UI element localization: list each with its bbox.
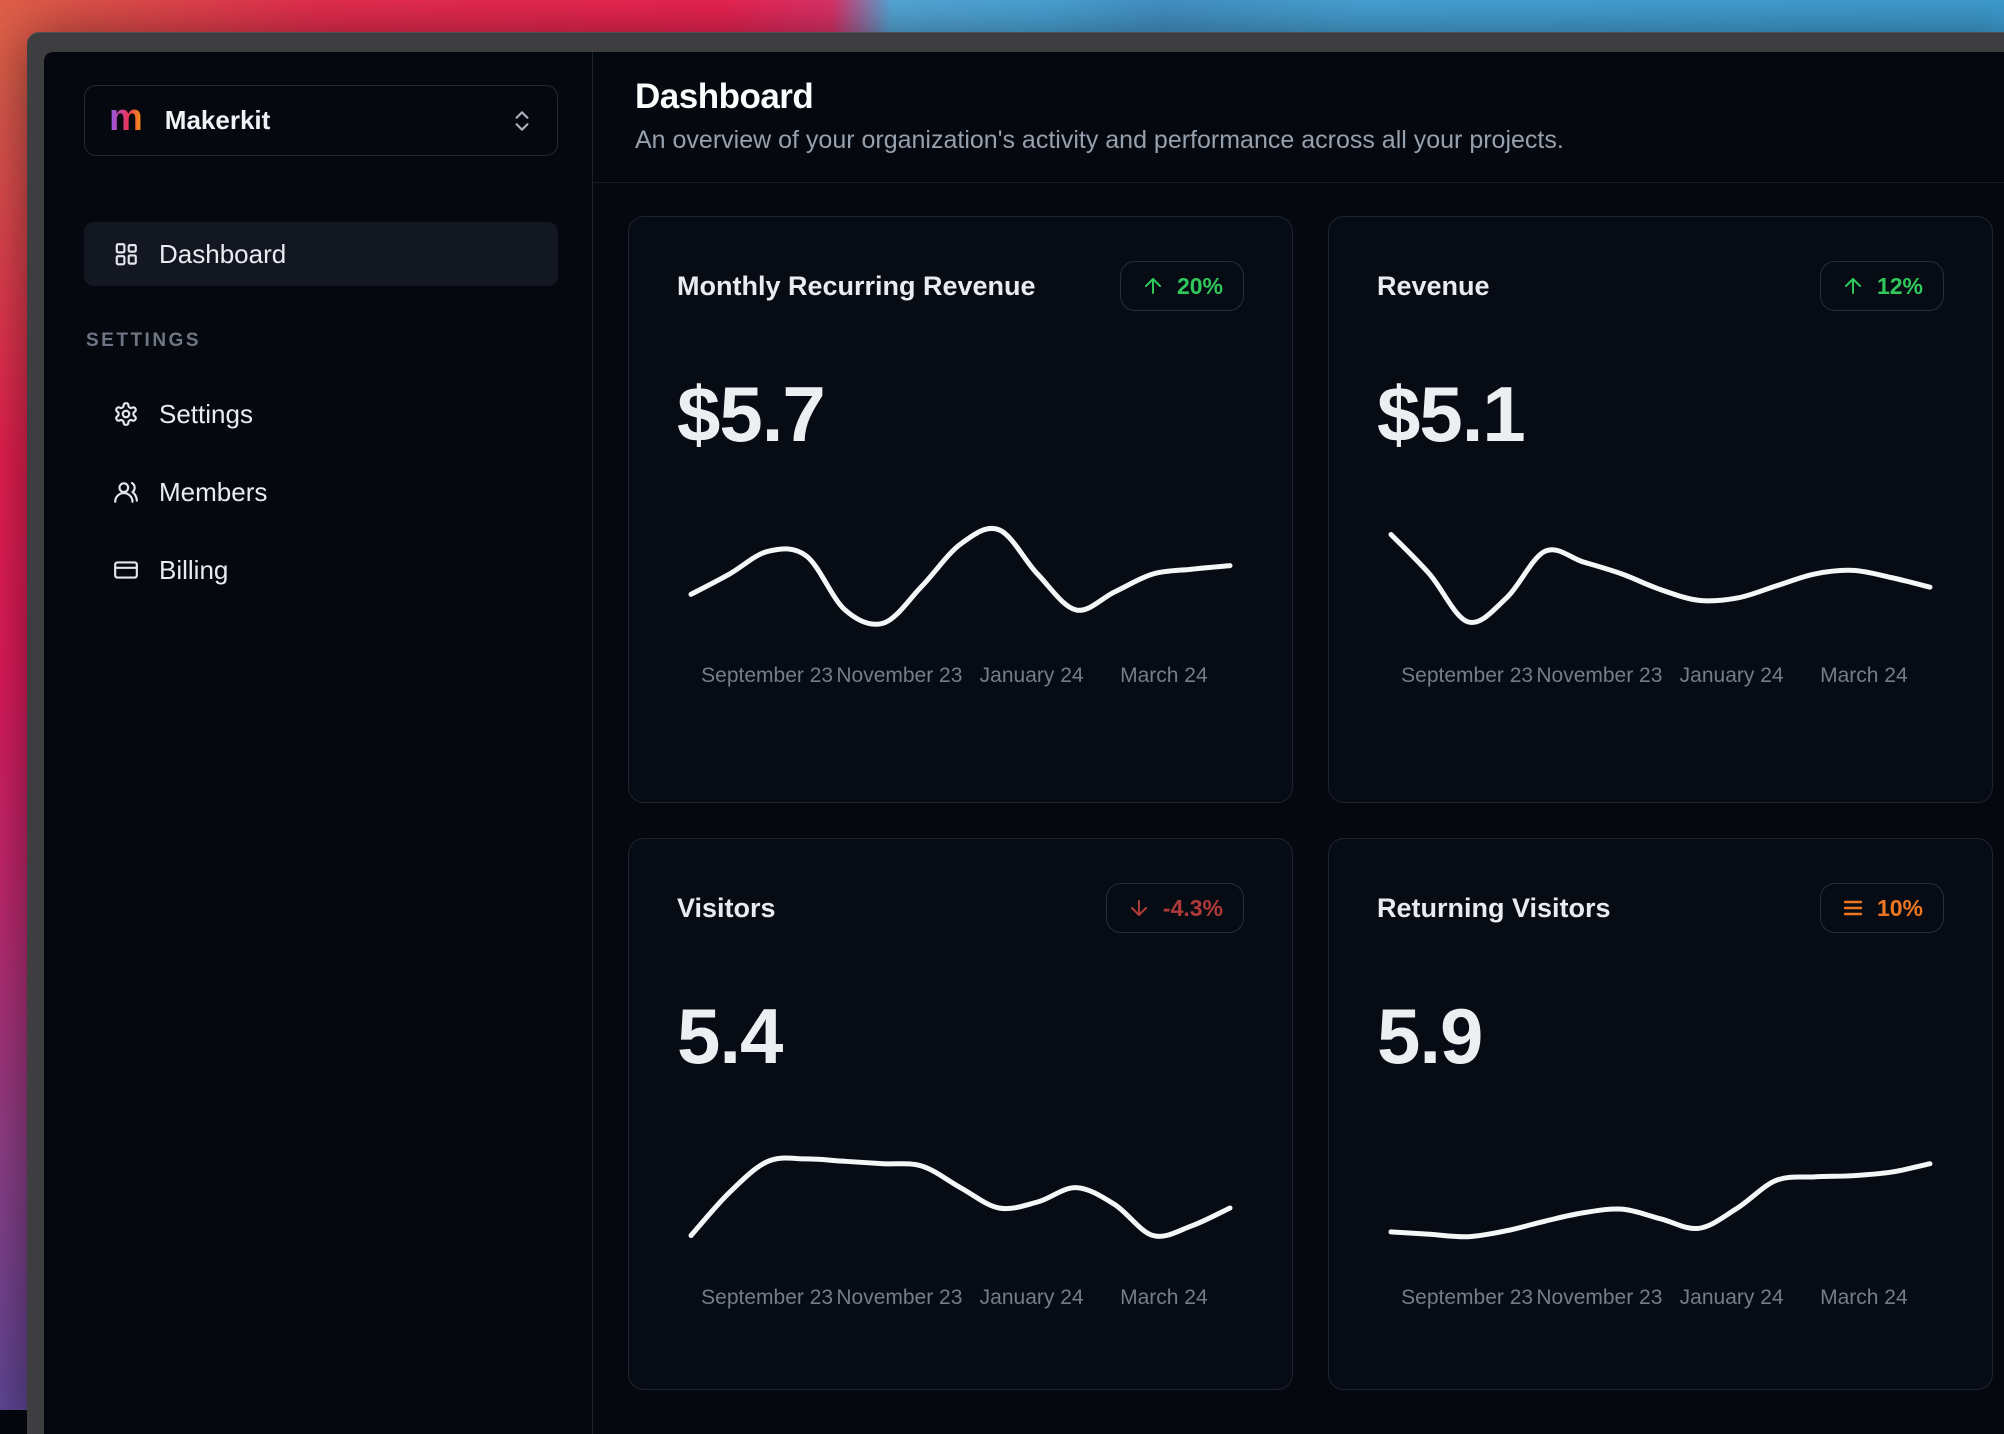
workspace-selector[interactable]: m Makerkit xyxy=(84,85,558,156)
page-subtitle: An overview of your organization's activ… xyxy=(635,126,1564,154)
x-tick: January 24 xyxy=(1679,1286,1784,1309)
x-tick: March 24 xyxy=(1820,664,1908,687)
x-tick: March 24 xyxy=(1120,664,1208,687)
sidebar-item-label: Settings xyxy=(159,398,253,429)
x-tick: March 24 xyxy=(1820,1286,1908,1309)
x-axis-ticks: September 23 November 23 January 24 Marc… xyxy=(701,664,1230,688)
metric-value: 5.4 xyxy=(677,992,783,1080)
x-tick: November 23 xyxy=(836,1286,963,1309)
arrow-up-icon xyxy=(1841,274,1865,298)
sidebar-item-billing[interactable]: Billing xyxy=(84,538,558,602)
trend-badge: 10% xyxy=(1819,883,1944,933)
x-tick: September 23 xyxy=(701,664,834,687)
card-revenue: Revenue 12% $5.1 September 23 November 2… xyxy=(1328,216,1993,803)
x-tick: September 23 xyxy=(1401,664,1534,687)
x-tick: January 24 xyxy=(1679,664,1784,687)
x-tick: September 23 xyxy=(701,1286,834,1309)
trend-value: 12% xyxy=(1876,272,1923,299)
card-returning-visitors: Returning Visitors 10% 5.9 September 23 xyxy=(1328,838,1993,1390)
sidebar-item-label: Members xyxy=(159,476,268,507)
sparkline xyxy=(691,1136,1230,1268)
sidebar-item-label: Billing xyxy=(159,554,229,585)
x-axis-ticks: September 23 November 23 January 24 Marc… xyxy=(1401,1286,1930,1310)
metric-value: $5.7 xyxy=(677,370,826,458)
page-header: Dashboard An overview of your organizati… xyxy=(593,52,2004,183)
trend-badge: 20% xyxy=(1119,261,1244,311)
sparkline xyxy=(691,514,1230,646)
trend-value: 10% xyxy=(1876,894,1923,921)
trend-value: 20% xyxy=(1176,272,1223,299)
sidebar-item-members[interactable]: Members xyxy=(84,460,558,524)
x-axis-ticks: September 23 November 23 January 24 Marc… xyxy=(1401,664,1930,688)
page-title: Dashboard xyxy=(635,77,814,116)
metric-value: $5.1 xyxy=(1377,370,1526,458)
x-tick: November 23 xyxy=(1536,1286,1663,1309)
sparkline-chart: September 23 November 23 January 24 Marc… xyxy=(1391,514,1930,688)
trend-badge: -4.3% xyxy=(1105,883,1244,933)
chevrons-up-down-icon xyxy=(509,108,535,134)
sidebar-item-label: Dashboard xyxy=(159,238,287,269)
card-visitors: Visitors -4.3% 5.4 September 23 November… xyxy=(628,838,1293,1390)
sidebar-item-settings[interactable]: Settings xyxy=(84,382,558,446)
menu-icon xyxy=(1841,896,1865,920)
main-content: Dashboard An overview of your organizati… xyxy=(593,52,2004,1434)
metric-cards-grid: Monthly Recurring Revenue 20% $5.7 Septe… xyxy=(593,183,2004,1408)
metric-value: 5.9 xyxy=(1377,992,1483,1080)
card-title: Returning Visitors xyxy=(1377,892,1611,923)
sparkline-chart: September 23 November 23 January 24 Marc… xyxy=(691,1136,1230,1310)
sparkline-chart: September 23 November 23 January 24 Marc… xyxy=(1391,1136,1930,1310)
sidebar: m Makerkit Dashboard SETTINGS Settings M… xyxy=(44,52,593,1434)
sparkline-chart: September 23 November 23 January 24 Marc… xyxy=(691,514,1230,688)
x-tick: January 24 xyxy=(979,664,1084,687)
settings-section-label: SETTINGS xyxy=(86,330,202,351)
sparkline xyxy=(1391,1136,1930,1268)
x-tick: March 24 xyxy=(1120,1286,1208,1309)
app-surface: m Makerkit Dashboard SETTINGS Settings M… xyxy=(44,52,2004,1434)
makerkit-logo-icon: m xyxy=(109,96,143,139)
arrow-up-icon xyxy=(1141,274,1165,298)
app-window: m Makerkit Dashboard SETTINGS Settings M… xyxy=(27,32,2004,1434)
layout-dashboard-icon xyxy=(113,241,139,267)
trend-value: -4.3% xyxy=(1162,894,1223,921)
sparkline xyxy=(1391,514,1930,646)
x-axis-ticks: September 23 November 23 January 24 Marc… xyxy=(701,1286,1230,1310)
users-icon xyxy=(113,479,139,505)
card-title: Revenue xyxy=(1377,270,1490,301)
card-monthly-recurring-revenue: Monthly Recurring Revenue 20% $5.7 Septe… xyxy=(628,216,1293,803)
x-tick: January 24 xyxy=(979,1286,1084,1309)
card-title: Monthly Recurring Revenue xyxy=(677,270,1036,301)
primary-nav: Dashboard SETTINGS Settings Members Bill… xyxy=(84,222,558,602)
x-tick: November 23 xyxy=(836,664,963,687)
credit-card-icon xyxy=(113,557,139,583)
workspace-name: Makerkit xyxy=(164,105,271,135)
x-tick: November 23 xyxy=(1536,664,1663,687)
sidebar-item-dashboard[interactable]: Dashboard xyxy=(84,222,558,286)
x-tick: September 23 xyxy=(1401,1286,1534,1309)
trend-badge: 12% xyxy=(1819,261,1944,311)
card-title: Visitors xyxy=(677,892,776,923)
arrow-down-icon xyxy=(1127,896,1151,920)
gear-icon xyxy=(113,401,139,427)
